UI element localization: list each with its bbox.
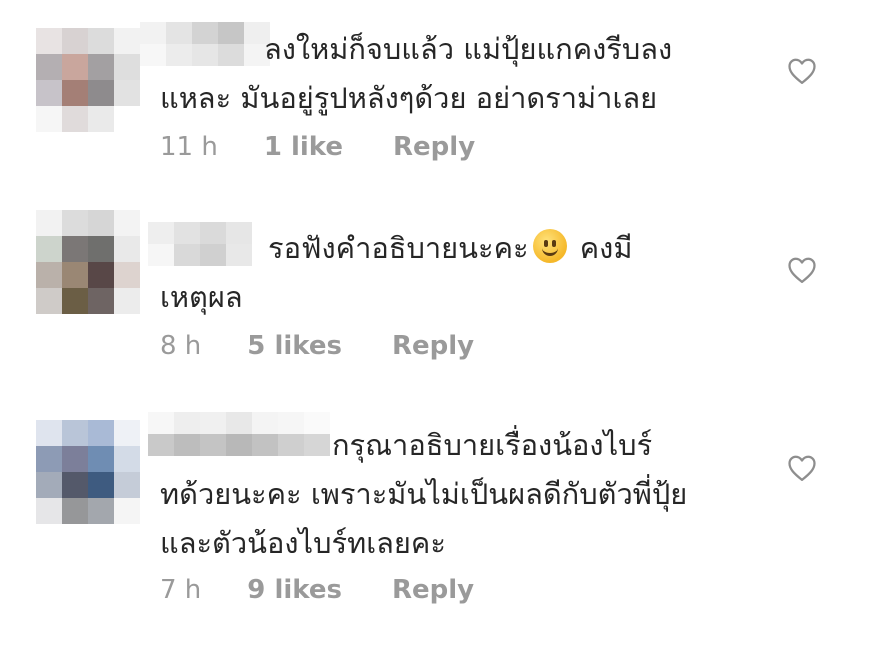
comment-meta: 7 h 9 likes Reply	[160, 572, 474, 608]
comment-line: เหตุผล	[160, 280, 243, 314]
heart-icon[interactable]	[787, 454, 817, 482]
comment-line: คงมี	[579, 231, 633, 265]
comment-line: และตัวน้องไบร์ทเลยคะ	[160, 526, 446, 560]
comment-text: รอฟังคำอธิบายนะคะ คงมี เหตุผล	[160, 224, 760, 322]
comment-text: ลงใหม่ก็จบแล้ว แม่ปุ้ยแกคงรีบลง แหละ มัน…	[160, 25, 760, 123]
comment-meta: 11 h 1 like Reply	[160, 129, 475, 165]
reply-button[interactable]: Reply	[392, 331, 474, 361]
avatar[interactable]	[36, 28, 140, 132]
comment-meta: 8 h 5 likes Reply	[160, 328, 474, 364]
comment-line: กรุณาอธิบายเรื่องน้องไบร์	[332, 428, 653, 462]
likes-count-link[interactable]: 5 likes	[247, 331, 342, 361]
comment-line: ลงใหม่ก็จบแล้ว แม่ปุ้ยแกคงรีบลง	[264, 32, 673, 66]
comment-timestamp: 11 h	[160, 132, 218, 162]
comment-line: รอฟังคำอธิบายนะคะ	[268, 231, 529, 265]
comment-line: แหละ มันอยู่รูปหลังๆด้วย อย่าดราม่าเลย	[160, 81, 658, 115]
avatar[interactable]	[36, 420, 140, 524]
slightly-smiling-face-emoji	[532, 229, 567, 263]
comment-line: ทด้วยนะคะ เพราะมันไม่เป็นผลดีกับตัวพี่ปุ…	[160, 477, 688, 511]
likes-count-link[interactable]: 1 like	[264, 132, 343, 162]
reply-button[interactable]: Reply	[392, 575, 474, 605]
likes-count-link[interactable]: 9 likes	[247, 575, 342, 605]
heart-icon[interactable]	[787, 57, 817, 85]
comment-timestamp: 7 h	[160, 575, 202, 605]
comment-timestamp: 8 h	[160, 331, 202, 361]
reply-button[interactable]: Reply	[393, 132, 475, 162]
heart-icon[interactable]	[787, 256, 817, 284]
comment-text: กรุณาอธิบายเรื่องน้องไบร์ ทด้วยนะคะ เพรา…	[160, 421, 760, 568]
avatar[interactable]	[36, 210, 140, 314]
